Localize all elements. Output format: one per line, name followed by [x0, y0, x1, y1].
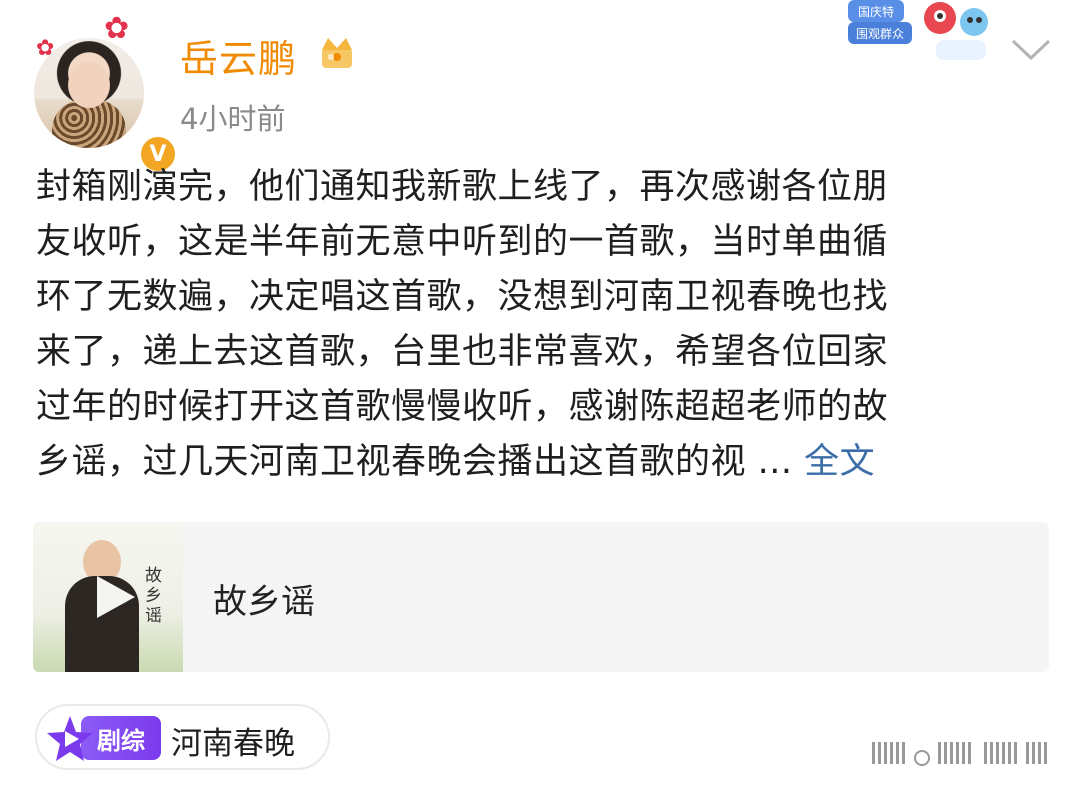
crown-icon: [322, 38, 352, 68]
post-text-line: 友收听，这是半年前无意中听到的一首歌，当时单曲循: [36, 222, 889, 262]
star-play-icon: [47, 716, 93, 761]
festival-badge-icon: 国庆特 围观群众: [848, 0, 988, 60]
post-text-line-last: 乡谣，过几天河南卫视春晚会播出这首歌的视 ... 全文: [36, 435, 1046, 490]
festival-line2: 围观群众: [856, 27, 904, 41]
post-text-line: 过年的时候打开这首歌慢慢收听，感谢陈超超老师的故: [36, 387, 889, 427]
topic-tag[interactable]: 剧综 河南春晚: [35, 704, 330, 770]
username[interactable]: 岳云鹏: [180, 28, 297, 83]
post-text-line: 环了无数遍，决定唱这首歌，没想到河南卫视春晚也找: [36, 277, 889, 317]
post-text-line: 乡谣，过几天河南卫视春晚会播出这首歌的视 ...: [36, 442, 793, 482]
music-card[interactable]: 故乡谣 故乡谣: [33, 522, 1049, 672]
post-text: 封箱刚演完，他们通知我新歌上线了，再次感谢各位朋 友收听，这是半年前无意中听到的…: [36, 160, 1046, 490]
user-avatar[interactable]: ✿ ✿ V: [34, 14, 178, 174]
flower-icon: ✿: [36, 36, 55, 61]
topic-label: 河南春晚: [171, 726, 295, 762]
play-icon[interactable]: [89, 572, 139, 622]
flower-icon: ✿: [104, 11, 130, 46]
festival-line1: 国庆特: [858, 4, 894, 19]
music-thumbnail: 故乡谣: [33, 522, 183, 672]
chevron-down-icon[interactable]: [1010, 38, 1052, 62]
watermark-icon: [872, 742, 1047, 766]
post-text-line: 来了，递上去这首歌，台里也非常喜欢，希望各位回家: [36, 332, 889, 372]
song-title: 故乡谣: [213, 582, 315, 622]
avatar-face: [68, 62, 110, 108]
post-text-line: 封箱刚演完，他们通知我新歌上线了，再次感谢各位朋: [36, 167, 889, 207]
expand-full-text-link[interactable]: 全文: [804, 442, 875, 482]
post-timestamp: 4小时前: [180, 102, 286, 136]
thumb-calligraphy: 故乡谣: [145, 566, 162, 626]
